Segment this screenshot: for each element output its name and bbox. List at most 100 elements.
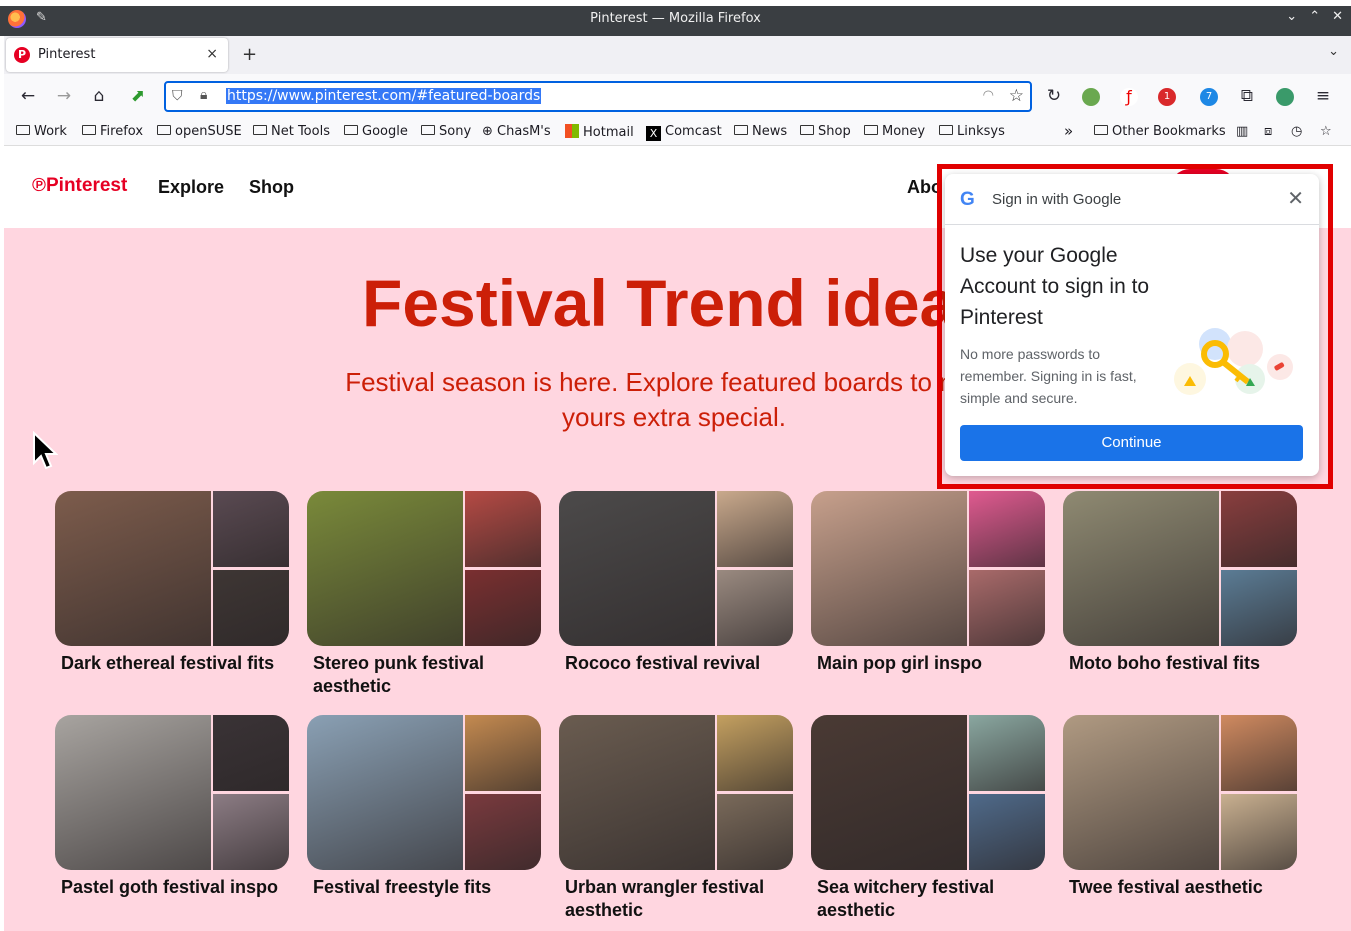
board-collage[interactable]: [55, 491, 289, 646]
board-title[interactable]: Festival freestyle fits: [307, 876, 541, 899]
folder-icon: [939, 125, 953, 135]
url-bar[interactable]: ⛉ 🔒︎ https://www.pinterest.com/#featured…: [164, 81, 1032, 112]
history-clock-icon[interactable]: ◷: [1291, 124, 1302, 139]
board-title[interactable]: Urban wrangler festival aesthetic: [559, 876, 793, 922]
extension-badge-icon[interactable]: 7: [1200, 88, 1218, 106]
board-image: [717, 794, 793, 870]
board-title[interactable]: Sea witchery festival aesthetic: [811, 876, 1045, 922]
bookmark-sony[interactable]: Sony: [421, 124, 471, 139]
tab-pinterest[interactable]: P Pinterest ×: [6, 38, 228, 72]
nav-shop[interactable]: Shop: [249, 177, 294, 198]
url-input[interactable]: https://www.pinterest.com/#featured-boar…: [226, 88, 542, 104]
bookmark-money[interactable]: Money: [864, 124, 925, 139]
board-collage[interactable]: [55, 715, 289, 870]
window-close-icon[interactable]: ✕: [1332, 9, 1343, 24]
tab-label: Pinterest: [38, 47, 96, 62]
bookmarks-overflow-icon[interactable]: »: [1064, 122, 1073, 140]
board-card[interactable]: Festival freestyle fits: [307, 715, 541, 899]
board-image: [213, 715, 289, 791]
folder-icon: [157, 125, 171, 135]
bookmark-manager-icon[interactable]: ☆: [1320, 124, 1332, 139]
board-collage[interactable]: [559, 491, 793, 646]
bookmark-google[interactable]: Google: [344, 124, 408, 139]
maximize-icon[interactable]: ⌃: [1309, 9, 1320, 24]
pinterest-logo[interactable]: ℗Pinterest: [32, 175, 127, 197]
board-card[interactable]: Dark ethereal festival fits: [55, 491, 289, 675]
board-collage[interactable]: [1063, 491, 1297, 646]
board-image: [465, 491, 541, 567]
reload-icon[interactable]: ↻: [1044, 86, 1064, 106]
tab-close-icon[interactable]: ×: [206, 46, 218, 62]
bookmark-work[interactable]: Work: [16, 124, 67, 139]
reader-view-icon[interactable]: ◠: [983, 88, 994, 103]
tracking-shield-icon[interactable]: ⛉: [172, 88, 183, 104]
board-image: [717, 491, 793, 567]
board-image: [213, 570, 289, 646]
board-collage[interactable]: [811, 715, 1045, 870]
globe-icon: ⊕: [482, 124, 498, 139]
board-collage[interactable]: [1063, 715, 1297, 870]
key-illustration-icon: [1174, 328, 1293, 395]
forward-icon[interactable]: →: [54, 86, 74, 106]
window-titlebar: ✎ Pinterest — Mozilla Firefox ⌄ ⌃ ✕: [0, 0, 1351, 36]
continue-button[interactable]: Continue: [960, 425, 1303, 461]
adblock-icon[interactable]: 1: [1158, 88, 1176, 106]
lock-icon[interactable]: 🔒︎: [200, 87, 207, 103]
folder-icon: [1094, 125, 1108, 135]
back-icon[interactable]: ←: [18, 86, 38, 106]
board-title[interactable]: Stereo punk festival aesthetic: [307, 652, 541, 698]
board-card[interactable]: Twee festival aesthetic: [1063, 715, 1297, 899]
board-card[interactable]: Sea witchery festival aesthetic: [811, 715, 1045, 922]
board-image: [1063, 491, 1219, 646]
new-tab-button[interactable]: +: [242, 44, 257, 65]
flash-extension-icon[interactable]: ƒ: [1120, 88, 1138, 106]
board-image: [1221, 570, 1297, 646]
extension-circle-icon[interactable]: [1276, 88, 1294, 106]
folder-icon: [800, 125, 814, 135]
board-card[interactable]: Rococo festival revival: [559, 491, 793, 675]
bookmark-firefox[interactable]: Firefox: [82, 124, 143, 139]
board-collage[interactable]: [307, 491, 541, 646]
board-card[interactable]: Main pop girl inspo: [811, 491, 1045, 675]
bookmark-comcast[interactable]: X Comcast: [646, 124, 722, 141]
board-title[interactable]: Moto boho festival fits: [1063, 652, 1297, 675]
popup-close-icon[interactable]: ✕: [1287, 186, 1304, 211]
nav-explore[interactable]: Explore: [158, 177, 224, 198]
list-tabs-icon[interactable]: ⌄: [1328, 44, 1339, 59]
board-title[interactable]: Dark ethereal festival fits: [55, 652, 289, 675]
sidebar-icon[interactable]: ▥: [1236, 124, 1248, 139]
bookmark-linksys[interactable]: Linksys: [939, 124, 1005, 139]
board-title[interactable]: Twee festival aesthetic: [1063, 876, 1297, 899]
hamburger-menu-icon[interactable]: ≡: [1313, 86, 1333, 106]
hero-subtitle: Festival season is here. Explore feature…: [345, 367, 1003, 432]
board-image: [717, 570, 793, 646]
board-title[interactable]: Rococo festival revival: [559, 652, 793, 675]
board-collage[interactable]: [307, 715, 541, 870]
home-icon[interactable]: ⌂: [89, 86, 109, 106]
bookmark-net-tools[interactable]: Net Tools: [253, 124, 330, 139]
extensions-puzzle-icon[interactable]: ⧉: [1237, 86, 1257, 106]
folder-icon: [253, 125, 267, 135]
board-title[interactable]: Pastel goth festival inspo: [55, 876, 289, 899]
board-collage[interactable]: [559, 715, 793, 870]
bookmark-opensuse[interactable]: openSUSE: [157, 124, 242, 139]
bookmark-news[interactable]: News: [734, 124, 787, 139]
board-card[interactable]: Pastel goth festival inspo: [55, 715, 289, 899]
board-card[interactable]: Stereo punk festival aesthetic: [307, 491, 541, 698]
board-card[interactable]: Urban wrangler festival aesthetic: [559, 715, 793, 922]
board-card[interactable]: Moto boho festival fits: [1063, 491, 1297, 675]
sync-extension-icon[interactable]: ⬈: [128, 86, 148, 106]
board-collage[interactable]: [811, 491, 1045, 646]
board-image: [717, 715, 793, 791]
board-image: [969, 715, 1045, 791]
bookmark-shop[interactable]: Shop: [800, 124, 851, 139]
bookmark-other-bookmarks[interactable]: Other Bookmarks: [1094, 124, 1226, 139]
bookmark-chasms[interactable]: ⊕ ChasM's: [482, 124, 551, 139]
folder-icon: [864, 125, 878, 135]
extension-green-icon[interactable]: [1082, 88, 1100, 106]
bookmark-hotmail[interactable]: Hotmail: [565, 124, 634, 140]
bookmark-star-icon[interactable]: ☆: [1009, 86, 1024, 106]
board-title[interactable]: Main pop girl inspo: [811, 652, 1045, 675]
window-menu-icon[interactable]: ⌄: [1286, 9, 1297, 24]
screenshot-icon[interactable]: ⧈: [1264, 124, 1272, 139]
